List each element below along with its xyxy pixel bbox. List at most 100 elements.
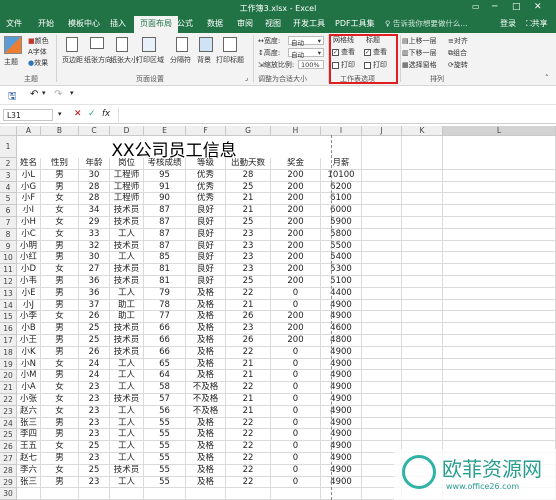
cell-j22[interactable] <box>362 394 402 406</box>
cell-g29[interactable]: 22 <box>226 476 271 489</box>
tab-page-layout[interactable]: 页面布局 <box>134 16 178 33</box>
cell-k24[interactable] <box>402 417 443 430</box>
cell-e18[interactable]: 66 <box>144 346 186 359</box>
cell-e25[interactable]: 55 <box>144 429 186 442</box>
cell-b16[interactable]: 男 <box>41 323 79 335</box>
cell-b25[interactable]: 男 <box>41 429 79 442</box>
cell-l6[interactable] <box>443 205 556 217</box>
cell-i26[interactable]: 4900 <box>321 441 362 453</box>
row-header-28[interactable]: 28 <box>0 464 17 477</box>
row-header-3[interactable]: 3 <box>0 169 17 182</box>
colors-button[interactable]: ■颜色 <box>28 36 49 46</box>
cell-a5[interactable]: 小F <box>17 193 41 206</box>
cell-a29[interactable]: 张三 <box>17 476 41 489</box>
cell-h16[interactable]: 200 <box>271 323 321 335</box>
column-header-d[interactable]: D <box>110 126 144 136</box>
row-header-18[interactable]: 18 <box>0 346 17 359</box>
row-header-16[interactable]: 16 <box>0 323 17 335</box>
cell-l3[interactable] <box>443 169 556 182</box>
insert-function-icon[interactable]: fx <box>102 109 110 119</box>
cell-d3[interactable]: 工程师 <box>110 169 144 182</box>
cell-h29[interactable]: 0 <box>271 476 321 489</box>
cell-g11[interactable]: 23 <box>226 264 271 276</box>
cell-l17[interactable] <box>443 335 556 347</box>
breaks-button[interactable]: 分隔符 <box>170 55 191 65</box>
cell-g19[interactable]: 21 <box>226 358 271 371</box>
cell-a13[interactable]: 小E <box>17 287 41 300</box>
cell-l18[interactable] <box>443 346 556 359</box>
cell-l20[interactable] <box>443 370 556 383</box>
cell-g18[interactable]: 22 <box>226 346 271 359</box>
column-header-k[interactable]: K <box>402 126 443 136</box>
row-header-27[interactable]: 27 <box>0 453 17 465</box>
cell-d11[interactable]: 技术员 <box>110 264 144 276</box>
cell-a27[interactable]: 赵七 <box>17 453 41 465</box>
cell-f21[interactable]: 不及格 <box>186 382 226 394</box>
cell-b7[interactable]: 女 <box>41 217 79 229</box>
cell-g3[interactable]: 28 <box>226 169 271 182</box>
cell-f27[interactable]: 及格 <box>186 453 226 465</box>
row-header-23[interactable]: 23 <box>0 405 17 418</box>
cell-h3[interactable]: 200 <box>271 169 321 182</box>
cell-a8[interactable]: 小C <box>17 228 41 241</box>
cell-g4[interactable]: 25 <box>226 181 271 194</box>
cell-c28[interactable]: 25 <box>79 464 110 477</box>
cell-f25[interactable]: 及格 <box>186 429 226 442</box>
cell-l1[interactable] <box>443 136 556 158</box>
select-all-button[interactable] <box>0 126 17 136</box>
cell-l5[interactable] <box>443 193 556 206</box>
close-icon[interactable]: ✕ <box>534 2 542 12</box>
cell-l13[interactable] <box>443 287 556 300</box>
cell-d29[interactable]: 工人 <box>110 476 144 489</box>
cell-a20[interactable]: 小M <box>17 370 41 383</box>
group-button[interactable]: ⧉组合 <box>448 48 467 58</box>
cell-k1[interactable] <box>402 136 443 158</box>
cell-h23[interactable]: 0 <box>271 405 321 418</box>
column-header-e[interactable]: E <box>144 126 186 136</box>
cell-f28[interactable]: 及格 <box>186 464 226 477</box>
tab-file[interactable]: 文件 <box>6 18 22 29</box>
send-backward-button[interactable]: ▥下移一层 <box>402 48 437 58</box>
cell-e28[interactable]: 55 <box>144 464 186 477</box>
login-button[interactable]: 登录 <box>500 18 516 29</box>
cell-f29[interactable]: 及格 <box>186 476 226 489</box>
cell-i19[interactable]: 4900 <box>321 358 362 371</box>
row-header-19[interactable]: 19 <box>0 358 17 371</box>
cell-l11[interactable] <box>443 264 556 276</box>
cell-c27[interactable]: 23 <box>79 453 110 465</box>
collapse-ribbon-icon[interactable]: ˄ <box>545 74 549 82</box>
cell-f8[interactable]: 良好 <box>186 228 226 241</box>
cell-c9[interactable]: 32 <box>79 240 110 253</box>
cell-f19[interactable]: 及格 <box>186 358 226 371</box>
cell-g15[interactable]: 26 <box>226 311 271 324</box>
cell-a22[interactable]: 小张 <box>17 394 41 406</box>
cell-b12[interactable]: 男 <box>41 276 79 288</box>
cell-j18[interactable] <box>362 346 402 359</box>
cell-h25[interactable]: 0 <box>271 429 321 442</box>
cell-k7[interactable] <box>402 217 443 229</box>
cell-a12[interactable]: 小韦 <box>17 276 41 288</box>
cell-a9[interactable]: 小明 <box>17 240 41 253</box>
cell-g14[interactable]: 21 <box>226 299 271 312</box>
cell-c19[interactable]: 24 <box>79 358 110 371</box>
cell-e29[interactable]: 55 <box>144 476 186 489</box>
cell-k19[interactable] <box>402 358 443 371</box>
tab-developer[interactable]: 开发工具 <box>293 18 325 29</box>
cell-h13[interactable]: 0 <box>271 287 321 300</box>
cell-i29[interactable]: 4900 <box>321 476 362 489</box>
cell-b9[interactable]: 男 <box>41 240 79 253</box>
tell-me-search[interactable]: ♀ 告诉我你想要做什么... <box>385 18 468 29</box>
cell-c30[interactable] <box>79 488 110 500</box>
cell-i22[interactable]: 4900 <box>321 394 362 406</box>
cell-h20[interactable]: 0 <box>271 370 321 383</box>
cell-f12[interactable]: 良好 <box>186 276 226 288</box>
cell-c29[interactable]: 23 <box>79 476 110 489</box>
share-button[interactable]: ⛶共享 <box>526 18 548 29</box>
cell-f18[interactable]: 及格 <box>186 346 226 359</box>
tab-data[interactable]: 数据 <box>207 18 223 29</box>
cell-d8[interactable]: 工人 <box>110 228 144 241</box>
cell-e19[interactable]: 65 <box>144 358 186 371</box>
cell-a21[interactable]: 小A <box>17 382 41 394</box>
cell-g25[interactable]: 22 <box>226 429 271 442</box>
cell-f11[interactable]: 良好 <box>186 264 226 276</box>
